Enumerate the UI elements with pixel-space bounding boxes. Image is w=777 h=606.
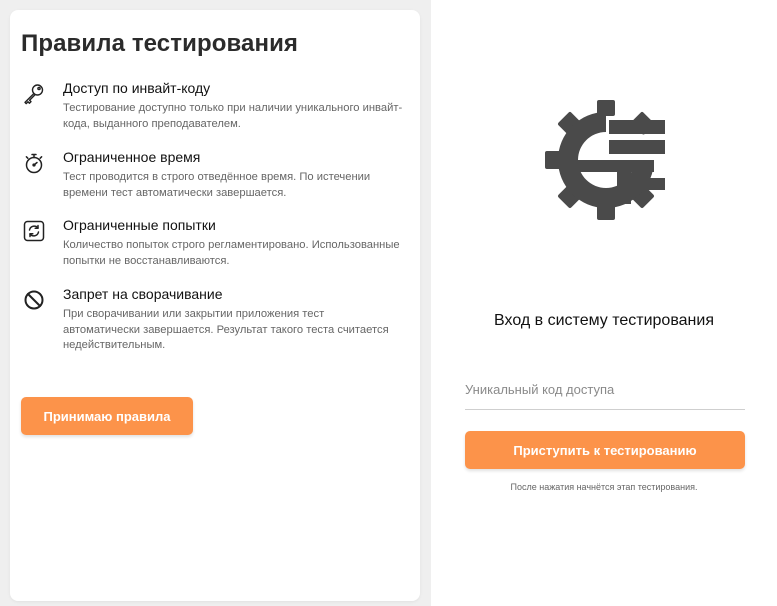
rule-limited-attempts: Ограниченные попытки Количество попыток … (22, 217, 402, 267)
rule-title: Ограниченное время (63, 149, 201, 165)
login-title: Вход в систему тестирования (494, 312, 714, 329)
rule-description: Количество попыток строго регламентирова… (63, 239, 400, 267)
rule-description: При сворачивании или закрытии приложения… (63, 308, 389, 351)
block-icon (22, 288, 46, 312)
start-testing-button[interactable]: Приступить к тестированию (465, 431, 745, 469)
rule-limited-time: Ограниченное время Тест проводится в стр… (22, 149, 402, 199)
login-panel: Вход в систему тестирования Приступить к… (431, 0, 777, 606)
rules-panel: Правила тестирования Доступ по инвайт-ко… (10, 10, 420, 601)
access-code-input[interactable] (465, 370, 745, 410)
rule-title: Запрет на сворачивание (63, 286, 223, 302)
rule-description: Тестирование доступно только при наличии… (63, 102, 403, 130)
rule-no-minimize: Запрет на сворачивание При сворачивании … (22, 286, 402, 356)
rule-invite-code: Доступ по инвайт-коду Тестирование досту… (22, 80, 402, 130)
key-icon (22, 82, 46, 106)
rules-title: Правила тестирования (21, 30, 299, 57)
stopwatch-icon (22, 151, 46, 175)
rule-description: Тест проводится в строго отведённое врем… (63, 171, 371, 199)
rule-title: Доступ по инвайт-коду (63, 80, 211, 96)
refresh-icon (22, 219, 46, 243)
gear-logo (543, 98, 669, 222)
rule-title: Ограниченные попытки (63, 217, 216, 233)
start-note: После нажатия начнётся этап тестирования… (510, 482, 698, 492)
accept-rules-button[interactable]: Принимаю правила (21, 397, 193, 435)
